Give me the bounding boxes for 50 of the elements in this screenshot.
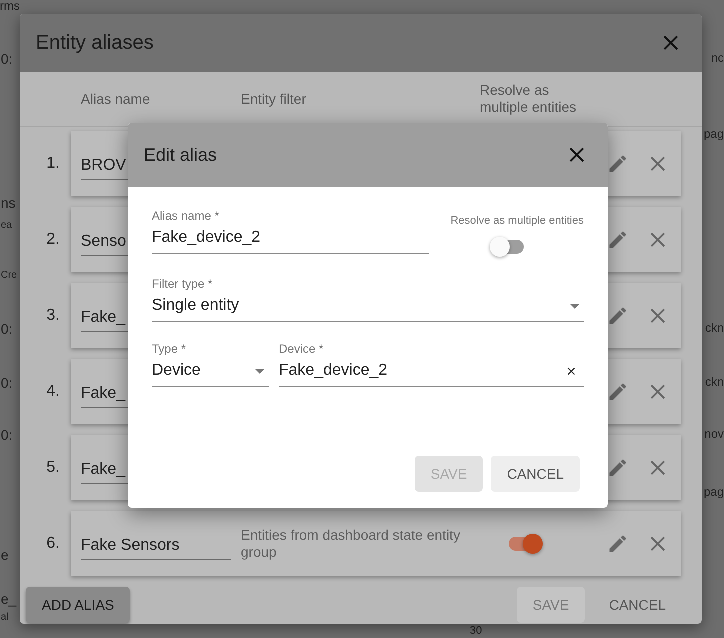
background-text: ckn (705, 322, 724, 336)
background-text: 0: (1, 322, 13, 338)
row-number: 2. (46, 230, 61, 248)
clear-icon[interactable] (565, 365, 578, 378)
background-text: pag (704, 128, 724, 142)
row-number: 3. (46, 306, 61, 324)
row-number: 5. (46, 458, 61, 476)
type-select[interactable]: Type * Device (152, 342, 269, 387)
page-heading: rms (0, 0, 20, 13)
background-text: 30 (470, 625, 482, 638)
toggle-label: Resolve as multiple entities (450, 215, 584, 227)
caret-icon (255, 369, 265, 374)
background-text: 0: (1, 52, 13, 68)
background-text: ns (1, 196, 16, 212)
background-text: ckn (705, 376, 724, 390)
background-text: al (1, 612, 9, 623)
add-alias-button[interactable]: ADD ALIAS (26, 587, 130, 623)
column-header: Entity filter (241, 91, 308, 107)
column-header: Alias name (81, 91, 152, 107)
background-text: 0: (1, 376, 13, 392)
background-text: Cre (1, 270, 18, 281)
edit-icon[interactable] (607, 532, 629, 554)
entity-filter-text: Entities from dashboard state entity group (241, 526, 462, 560)
dialog-title: Entity aliases (36, 32, 155, 54)
background-text: ea (1, 220, 12, 231)
edit-icon[interactable] (607, 152, 629, 174)
cancel-button[interactable]: CANCEL (491, 456, 580, 492)
toggle-switch[interactable] (507, 534, 543, 554)
device-field[interactable]: Device * Fake_device_2 (279, 342, 584, 387)
caret-icon (570, 304, 580, 309)
row-number: 1. (46, 154, 61, 172)
alias-name-field[interactable]: Alias name * Fake_device_2 (152, 209, 429, 254)
toggle-switch[interactable] (490, 237, 526, 257)
row-number: 4. (46, 382, 61, 400)
background-text: pag (704, 486, 724, 500)
background-text: e (1, 548, 9, 564)
column-header: Resolve as multiple entities (480, 82, 578, 116)
background-text: nc (711, 52, 724, 66)
background-text: 0: (1, 428, 13, 444)
edit-icon[interactable] (607, 228, 629, 250)
background-text: nov (704, 428, 724, 442)
background-text: e_ (1, 592, 17, 608)
edit-icon[interactable] (607, 304, 629, 326)
dialog-title: Edit alias (144, 144, 218, 166)
edit-icon[interactable] (607, 456, 629, 478)
edit-icon[interactable] (607, 380, 629, 402)
cancel-button[interactable]: CANCEL (593, 587, 682, 623)
alias-name-field[interactable]: Fake Sensors (81, 531, 231, 560)
row-number: 6. (46, 534, 61, 552)
filter-type-select[interactable]: Filter type * Single entity (152, 277, 584, 322)
